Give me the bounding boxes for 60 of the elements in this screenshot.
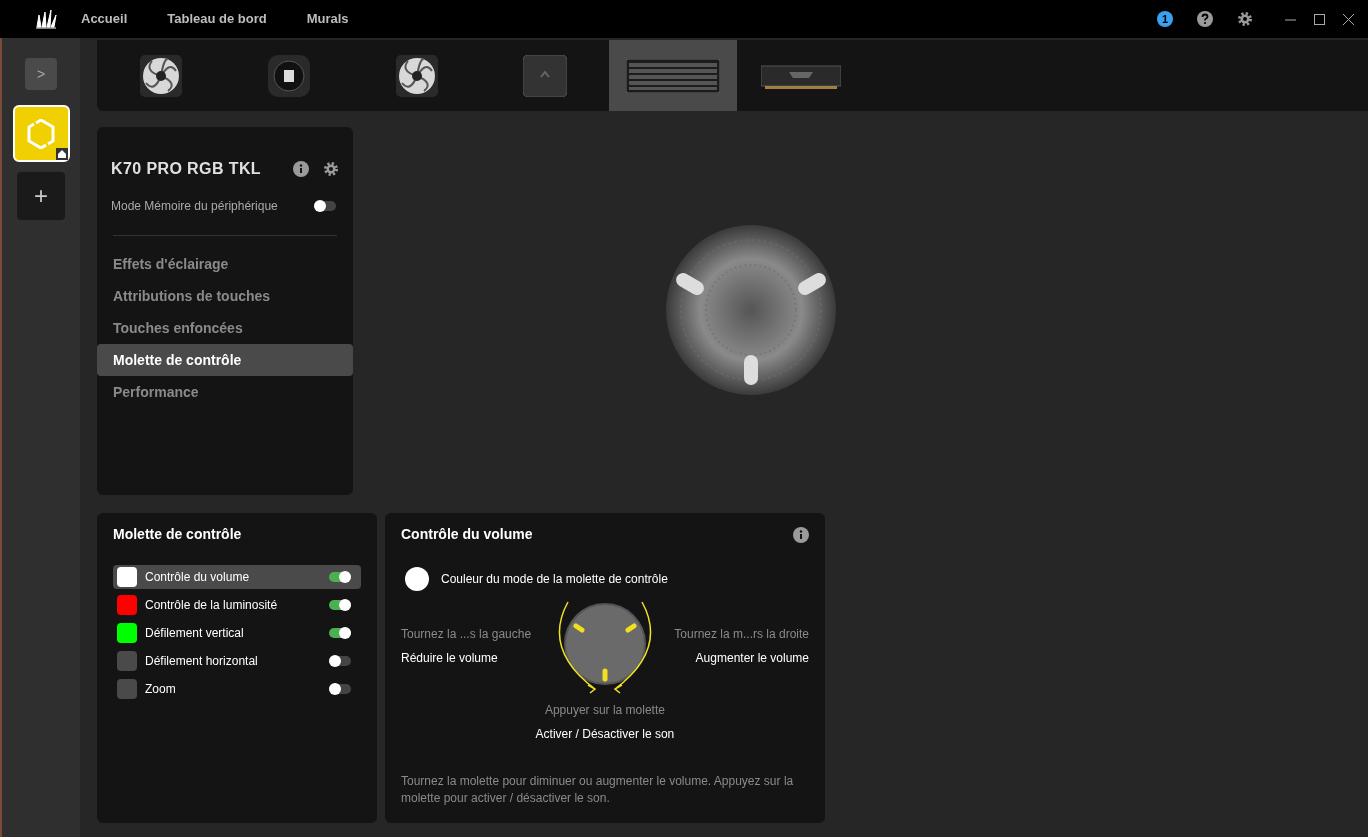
- panel-title: Contrôle du volume: [401, 525, 533, 544]
- color-swatch[interactable]: [117, 651, 137, 671]
- mode-row[interactable]: Zoom: [113, 677, 361, 701]
- color-swatch[interactable]: [117, 679, 137, 699]
- mode-label: Contrôle de la luminosité: [145, 597, 278, 614]
- toggle-switch[interactable]: [329, 656, 351, 666]
- home-icon: [55, 148, 68, 160]
- hint-text: Tournez la m...rs la droite: [674, 626, 809, 643]
- action-text: Réduire le volume: [401, 650, 499, 667]
- expand-button[interactable]: >: [25, 58, 57, 90]
- sails-logo: [35, 9, 57, 29]
- notification-count[interactable]: 1: [1157, 11, 1173, 27]
- nav-tab[interactable]: Tableau de bord: [167, 9, 267, 29]
- toggle-switch[interactable]: [329, 572, 351, 582]
- maximize-icon[interactable]: [1314, 13, 1325, 25]
- color-swatch[interactable]: [117, 623, 137, 643]
- hint-text: Appuyer sur la molette: [544, 702, 665, 719]
- panel-title: Molette de contrôle: [113, 525, 243, 544]
- add-profile-button[interactable]: +: [17, 172, 65, 220]
- fan-icon: [396, 54, 438, 97]
- mode-row[interactable]: Défilement horizontal: [113, 649, 361, 673]
- color-swatch[interactable]: [117, 595, 137, 615]
- device-title: K70 PRO RGB TKL: [111, 159, 261, 179]
- action-text: Augmenter le volume: [695, 650, 809, 667]
- menu-item[interactable]: Touches enfoncées: [97, 312, 353, 344]
- toggle-switch[interactable]: [329, 684, 351, 694]
- mode-row[interactable]: Défilement vertical: [113, 621, 361, 645]
- color-swatch[interactable]: [117, 567, 137, 587]
- menu-item[interactable]: Effets d'éclairage: [97, 248, 353, 280]
- mode-label: Défilement horizontal: [145, 653, 258, 670]
- menu-item[interactable]: Performance: [97, 376, 353, 408]
- settings-icon[interactable]: [1237, 11, 1253, 27]
- mode-row[interactable]: Contrôle du volume: [113, 565, 361, 589]
- hint-text: Tournez la ...s la gauche: [401, 626, 533, 643]
- info-icon[interactable]: [793, 526, 809, 543]
- profile-tile[interactable]: [12, 105, 70, 162]
- hexagon-icon: [27, 118, 55, 149]
- settings-icon[interactable]: [323, 161, 339, 177]
- mode-row[interactable]: Contrôle de la luminosité: [113, 593, 361, 617]
- keyboard-icon: [626, 58, 720, 93]
- toggle-switch[interactable]: [314, 201, 336, 211]
- cooler-icon: [268, 54, 310, 97]
- close-icon[interactable]: [1343, 13, 1354, 25]
- color-mode-label: Couleur du mode de la molette de contrôle: [441, 571, 668, 588]
- description-text: Tournez la molette pour diminuer ou augmenter le volume. Appuyez sur la molette pour activer / désactiver le son.: [401, 773, 795, 807]
- info-icon[interactable]: [293, 161, 309, 177]
- mode-label: Contrôle du volume: [145, 569, 250, 586]
- menu-item[interactable]: Attributions de touches: [97, 280, 353, 312]
- fan-icon: [140, 54, 182, 97]
- action-text: Activer / Désactiver le son: [535, 726, 675, 743]
- mode-label: Zoom: [145, 681, 176, 698]
- nav-tab[interactable]: Murals: [306, 9, 349, 29]
- toggle-switch[interactable]: [329, 628, 351, 638]
- nav-tab[interactable]: Accueil: [81, 9, 128, 29]
- help-icon[interactable]: [1197, 11, 1213, 27]
- toggle-switch[interactable]: [329, 600, 351, 610]
- mode-label: Défilement vertical: [145, 625, 244, 642]
- menu-item[interactable]: Molette de contrôle: [97, 344, 353, 376]
- memory-mode-label: Mode Mémoire du périphérique: [111, 198, 278, 215]
- hub-icon: [523, 54, 567, 97]
